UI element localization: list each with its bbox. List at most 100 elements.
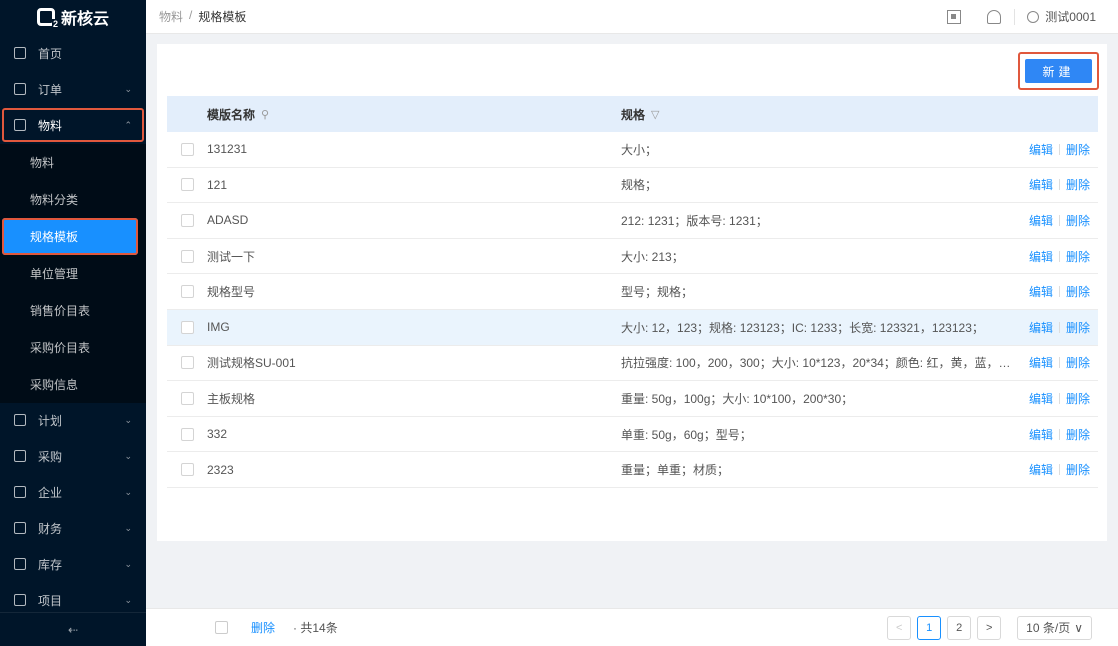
edit-link[interactable]: 编辑 bbox=[1029, 248, 1053, 265]
sidebar-item-label: 计划 bbox=[38, 413, 63, 428]
user-name: 测试0001 bbox=[1045, 10, 1096, 24]
edit-link[interactable]: 编辑 bbox=[1029, 319, 1053, 336]
user-icon bbox=[1027, 10, 1040, 23]
filter-icon[interactable]: ▽ bbox=[651, 108, 659, 121]
submenu-item-0[interactable]: 物料 bbox=[0, 144, 146, 181]
new-button[interactable]: 新建 bbox=[1025, 59, 1092, 83]
sidebar-item-label: 首页 bbox=[38, 46, 63, 61]
next-page-button[interactable]: > bbox=[977, 615, 1002, 640]
sidebar-item-6[interactable]: 财务 ⌄ bbox=[0, 511, 146, 545]
sidebar-item-5[interactable]: 企业 ⌄ bbox=[0, 475, 146, 509]
sidebar-item-2[interactable]: 物料 ⌃ bbox=[2, 108, 144, 142]
table-row[interactable]: IMG 大小: 12，123；规格: 123123；IC: 1233；长宽: 12… bbox=[167, 309, 1098, 346]
template-name: 332 bbox=[207, 427, 228, 442]
sidebar-item-4[interactable]: 采购 ⌄ bbox=[0, 439, 146, 473]
submenu-item-3[interactable]: 单位管理 bbox=[0, 255, 146, 292]
template-spec: 大小: 12，123；规格: 123123；IC: 1233；长宽: 12332… bbox=[621, 320, 984, 335]
row-checkbox[interactable] bbox=[180, 213, 194, 227]
table-row[interactable]: 规格型号 型号；规格； 编辑 删除 bbox=[167, 274, 1098, 310]
sidebar-item-3[interactable]: 计划 ⌄ bbox=[0, 403, 146, 437]
delete-link[interactable]: 删除 bbox=[1066, 390, 1090, 407]
column-header-spec: 规格 bbox=[621, 107, 646, 122]
table-row[interactable]: 2323 重量；单重；材质； 编辑 删除 bbox=[167, 452, 1098, 488]
brand-logo[interactable]: 新核云 bbox=[0, 0, 146, 34]
edit-link[interactable]: 编辑 bbox=[1029, 176, 1053, 193]
batch-delete-button[interactable]: 删除 bbox=[251, 619, 275, 636]
page-1-button[interactable]: 1 bbox=[917, 615, 942, 640]
chevron-down-icon: ⌄ bbox=[124, 594, 132, 605]
row-checkbox[interactable] bbox=[180, 463, 194, 477]
page-2-button[interactable]: 2 bbox=[947, 615, 972, 640]
edit-link[interactable]: 编辑 bbox=[1029, 283, 1053, 300]
spec-template-table: 模版名称 ⚲ 规格 ▽ 131231 大小； 编辑 删除 121 规格； 编辑 删除 ADASD… bbox=[167, 96, 1098, 488]
template-name: IMG bbox=[207, 320, 230, 335]
action-divider bbox=[1058, 143, 1060, 155]
delete-link[interactable]: 删除 bbox=[1066, 176, 1090, 193]
chevron-down-icon: ⌄ bbox=[124, 522, 132, 533]
submenu-item-6[interactable]: 采购信息 bbox=[0, 366, 146, 403]
delete-link[interactable]: 删除 bbox=[1066, 212, 1090, 229]
row-checkbox[interactable] bbox=[180, 249, 194, 263]
delete-link[interactable]: 删除 bbox=[1066, 354, 1090, 371]
delete-link[interactable]: 删除 bbox=[1066, 283, 1090, 300]
sidebar-item-label: 订单 bbox=[38, 82, 63, 97]
table-row[interactable]: 测试规格SU-001 抗拉强度: 100，200，300；大小: 10*123，2… bbox=[167, 346, 1098, 382]
page-size-select[interactable]: 10 条/页 ∨ bbox=[1017, 615, 1092, 640]
delete-link[interactable]: 删除 bbox=[1066, 141, 1090, 158]
row-checkbox[interactable] bbox=[180, 142, 194, 156]
edit-link[interactable]: 编辑 bbox=[1029, 212, 1053, 229]
edit-link[interactable]: 编辑 bbox=[1029, 354, 1053, 371]
edit-link[interactable]: 编辑 bbox=[1029, 426, 1053, 443]
breadcrumb-item-current: 规格模板 bbox=[198, 10, 247, 24]
action-divider bbox=[1058, 321, 1060, 333]
edit-link[interactable]: 编辑 bbox=[1029, 390, 1053, 407]
row-checkbox[interactable] bbox=[180, 320, 194, 334]
row-checkbox[interactable] bbox=[180, 285, 194, 299]
sidebar-menu: 首页 订单 ⌄ 物料 ⌃ 物料 物料分类 规格模板 单位管理 销售价目表 采购价目表 采购信息 计划 ⌄ 采… bbox=[0, 36, 146, 619]
table-row[interactable]: 131231 大小； 编辑 删除 bbox=[167, 132, 1098, 168]
sidebar-item-label: 项目 bbox=[38, 593, 63, 608]
qrcode-icon[interactable] bbox=[947, 9, 962, 24]
action-divider bbox=[1058, 214, 1060, 226]
row-checkbox[interactable] bbox=[180, 356, 194, 370]
purchase-icon bbox=[14, 450, 26, 462]
collapse-sidebar-button[interactable]: ⇠ bbox=[0, 612, 146, 646]
row-checkbox[interactable] bbox=[180, 427, 194, 441]
delete-link[interactable]: 删除 bbox=[1066, 426, 1090, 443]
finance-icon bbox=[14, 522, 26, 534]
select-all-checkbox[interactable] bbox=[215, 621, 228, 634]
edit-link[interactable]: 编辑 bbox=[1029, 141, 1053, 158]
sidebar-item-1[interactable]: 订单 ⌄ bbox=[0, 72, 146, 106]
row-checkbox[interactable] bbox=[180, 178, 194, 192]
total-count: · 共14条 bbox=[293, 621, 338, 635]
submenu-item-1[interactable]: 物料分类 bbox=[0, 181, 146, 218]
sidebar-item-0[interactable]: 首页 bbox=[0, 36, 146, 70]
submenu-item-2[interactable]: 规格模板 bbox=[2, 218, 138, 255]
submenu-item-4[interactable]: 销售价目表 bbox=[0, 292, 146, 329]
submenu-item-5[interactable]: 采购价目表 bbox=[0, 329, 146, 366]
bell-icon[interactable] bbox=[987, 9, 1002, 24]
breadcrumb: 物料 / 规格模板 bbox=[159, 8, 246, 25]
sidebar-item-label: 库存 bbox=[38, 557, 63, 572]
sidebar-item-7[interactable]: 库存 ⌄ bbox=[0, 547, 146, 581]
table-row[interactable]: 121 规格； 编辑 删除 bbox=[167, 168, 1098, 204]
table-row[interactable]: ADASD 212: 1231；版本号: 1231； 编辑 删除 bbox=[167, 203, 1098, 239]
table-row[interactable]: 主板规格 重量: 50g，100g；大小: 10*100，200*30； 编辑 删除 bbox=[167, 381, 1098, 417]
breadcrumb-item-material[interactable]: 物料 bbox=[159, 8, 183, 25]
delete-link[interactable]: 删除 bbox=[1066, 461, 1090, 478]
table-row[interactable]: 332 单重: 50g，60g；型号； 编辑 删除 bbox=[167, 417, 1098, 453]
search-icon[interactable]: ⚲ bbox=[261, 108, 269, 121]
template-spec: 规格； bbox=[621, 178, 658, 193]
row-checkbox[interactable] bbox=[180, 391, 194, 405]
prev-page-button[interactable]: < bbox=[887, 615, 912, 640]
enterprise-icon bbox=[14, 486, 26, 498]
delete-link[interactable]: 删除 bbox=[1066, 248, 1090, 265]
action-divider bbox=[1058, 464, 1060, 476]
template-name: 测试规格SU-001 bbox=[207, 356, 296, 371]
delete-link[interactable]: 删除 bbox=[1066, 319, 1090, 336]
table-row[interactable]: 测试一下 大小: 213； 编辑 删除 bbox=[167, 239, 1098, 275]
user-menu[interactable]: 测试0001 bbox=[1015, 8, 1118, 25]
table-footer: 删除 · 共14条 < 1 2 > 10 条/页 ∨ bbox=[146, 608, 1118, 646]
edit-link[interactable]: 编辑 bbox=[1029, 461, 1053, 478]
template-name: 测试一下 bbox=[207, 249, 256, 264]
